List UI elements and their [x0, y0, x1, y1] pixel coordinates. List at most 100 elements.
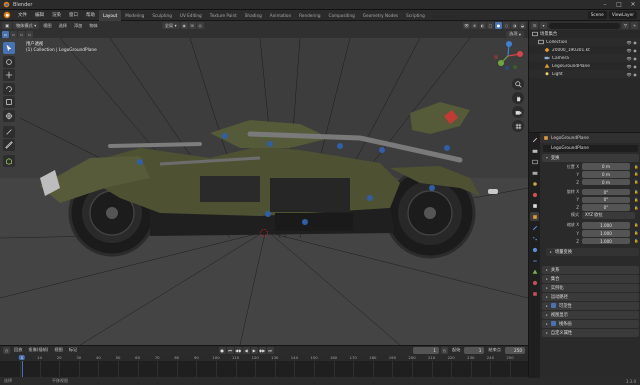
start-frame-field[interactable]: 1	[464, 346, 485, 354]
play-reverse-icon[interactable]: ◀	[242, 346, 250, 354]
output-props-icon[interactable]	[530, 157, 539, 166]
playhead[interactable]	[21, 361, 23, 377]
relations-panel-header[interactable]: ▸ 关系	[542, 265, 639, 274]
menu-marker[interactable]: 标记	[67, 347, 79, 353]
line-art-checkbox[interactable]	[550, 321, 556, 327]
world-props-icon[interactable]	[530, 190, 539, 199]
gizmo-toggle-icon[interactable]: ⊕	[471, 22, 478, 29]
camera-render-icon[interactable]: ◉	[632, 39, 638, 45]
tab-rendering[interactable]: Rendering	[295, 10, 324, 21]
rotation-y-field[interactable]: 0°	[582, 196, 630, 204]
clock-icon[interactable]: ◴	[441, 346, 449, 354]
tab-layout[interactable]: Layout	[99, 9, 122, 21]
scale-tool-icon[interactable]	[3, 96, 15, 108]
menu-help[interactable]: 帮助	[82, 10, 99, 21]
outliner-row[interactable]: 20000_190301.kt 👁 ◉	[529, 46, 640, 54]
menu-view[interactable]: 视图	[40, 22, 54, 29]
viewlayer-selector[interactable]: ViewLayer	[608, 11, 637, 19]
outliner-search-input[interactable]	[549, 22, 620, 29]
collections-panel-header[interactable]: ▸ 集合	[542, 274, 639, 283]
editor-type-button[interactable]: ▣	[2, 22, 12, 29]
render-props-icon[interactable]	[530, 146, 539, 155]
menu-edit[interactable]: 编辑	[31, 10, 48, 21]
scene-props-icon[interactable]	[530, 179, 539, 188]
camera-view-icon[interactable]	[512, 106, 524, 118]
outliner-editor-icon[interactable]: ☰	[531, 22, 538, 29]
tab-geometry-nodes[interactable]: Geometry Nodes	[359, 10, 402, 21]
close-button[interactable]: ✕	[626, 1, 640, 8]
jump-start-icon[interactable]: ⏮	[226, 346, 234, 354]
select-invert-icon[interactable]: ▫	[26, 30, 33, 38]
add-cube-tool-icon[interactable]	[3, 155, 15, 167]
tab-texture-paint[interactable]: Texture Paint	[206, 10, 241, 21]
play-icon[interactable]: ▶	[250, 346, 258, 354]
menu-timeline-view[interactable]: 视图	[52, 347, 64, 353]
menu-select[interactable]: 选择	[56, 22, 70, 29]
view-layer-props-icon[interactable]	[530, 168, 539, 177]
rotation-x-field[interactable]: 0°	[582, 188, 630, 196]
delta-transform-header[interactable]: ▸ 增量变换	[546, 247, 639, 256]
outliner-row[interactable]: Collection 👁 ◉	[529, 38, 640, 46]
location-x-field[interactable]: 0 m	[582, 163, 630, 170]
rotation-mode-select[interactable]: XYZ 欧拉	[582, 212, 635, 219]
camera-render-icon[interactable]: ◉	[632, 71, 638, 77]
object-props-icon[interactable]	[530, 212, 539, 221]
tab-compositing[interactable]: Compositing	[325, 10, 359, 21]
rotate-tool-icon[interactable]	[3, 82, 15, 95]
scene-selector[interactable]: Scene	[587, 11, 607, 19]
display-mode-icon[interactable]: ▾	[540, 22, 547, 29]
new-collection-icon[interactable]: +	[631, 22, 638, 29]
scale-x-field[interactable]: 1.000	[582, 222, 630, 229]
outliner-row[interactable]: Light 👁 ◉	[529, 70, 640, 78]
transform-tool-icon[interactable]	[3, 109, 15, 122]
physics-props-icon[interactable]	[530, 245, 539, 254]
timeline-area[interactable]: 0102030405060708090100110120130140150160…	[0, 354, 528, 377]
camera-render-icon[interactable]: ◉	[632, 63, 638, 69]
object-name-field[interactable]: LegoGroundPlane	[543, 145, 638, 152]
visibility-checkbox[interactable]	[550, 303, 556, 309]
pan-hand-icon[interactable]	[512, 92, 524, 104]
menu-playback[interactable]: 回放	[12, 347, 24, 353]
cursor-tool-icon[interactable]	[3, 55, 15, 68]
menu-file[interactable]: 文件	[14, 10, 31, 21]
menu-add[interactable]: 添加	[71, 22, 85, 29]
menu-object[interactable]: 物体	[86, 22, 100, 29]
data-props-icon[interactable]	[530, 267, 539, 276]
transform-orientation[interactable]: 全局 ▾	[161, 22, 180, 29]
constraints-props-icon[interactable]	[530, 256, 539, 265]
tab-uv-editing[interactable]: UV Editing	[176, 10, 206, 21]
tab-scripting[interactable]: Scripting	[402, 10, 429, 21]
menu-keying[interactable]: 抠像(插帧)	[26, 347, 50, 353]
menu-window[interactable]: 窗口	[65, 10, 82, 21]
maximize-button[interactable]: □	[612, 1, 626, 8]
motion-paths-panel-header[interactable]: ▸ 运动路径	[542, 292, 639, 301]
snap-icon[interactable]: ⊞	[188, 22, 196, 29]
ortho-grid-icon[interactable]	[512, 120, 524, 132]
record-icon[interactable]: ●	[218, 346, 226, 354]
current-frame-marker[interactable]: 1	[18, 355, 26, 360]
frame-ruler[interactable]: 0102030405060708090100110120130140150160…	[0, 354, 528, 361]
tab-animation[interactable]: Animation	[266, 10, 295, 21]
visibility-panel-header[interactable]: ▸ 可见性	[542, 301, 639, 310]
modifier-props-icon[interactable]	[530, 223, 539, 232]
navigation-gizmo[interactable]	[492, 40, 524, 72]
mode-selector[interactable]: 物体模式 ▾	[12, 22, 40, 29]
select-subtract-icon[interactable]: ▫	[18, 30, 25, 38]
3d-viewport[interactable]: 用户透视 (1) Collection | LegoGroundPlane	[0, 38, 528, 345]
shading-material-icon[interactable]: ◑	[511, 22, 518, 29]
shading-rendered-icon[interactable]: ◒	[519, 22, 526, 29]
location-y-field[interactable]: 0 m	[582, 171, 630, 178]
viewport-display-panel-header[interactable]: ▸ 视图显示	[542, 310, 639, 319]
blender-menu-icon[interactable]	[2, 11, 12, 20]
tab-sculpting[interactable]: Sculpting	[148, 10, 176, 21]
select-extend-icon[interactable]: ▫	[10, 30, 17, 38]
line-art-panel-header[interactable]: ▸ 线条画	[542, 319, 639, 328]
material-props-icon[interactable]	[530, 278, 539, 287]
tab-shading[interactable]: Shading	[241, 10, 266, 21]
annotate-tool-icon[interactable]	[3, 125, 15, 138]
move-tool-icon[interactable]	[3, 69, 15, 81]
end-frame-field[interactable]: 250	[504, 346, 525, 354]
collection-props-icon[interactable]	[530, 201, 539, 210]
select-box-mode-icon[interactable]: ▫	[2, 30, 9, 38]
select-tool-icon[interactable]	[3, 42, 15, 54]
